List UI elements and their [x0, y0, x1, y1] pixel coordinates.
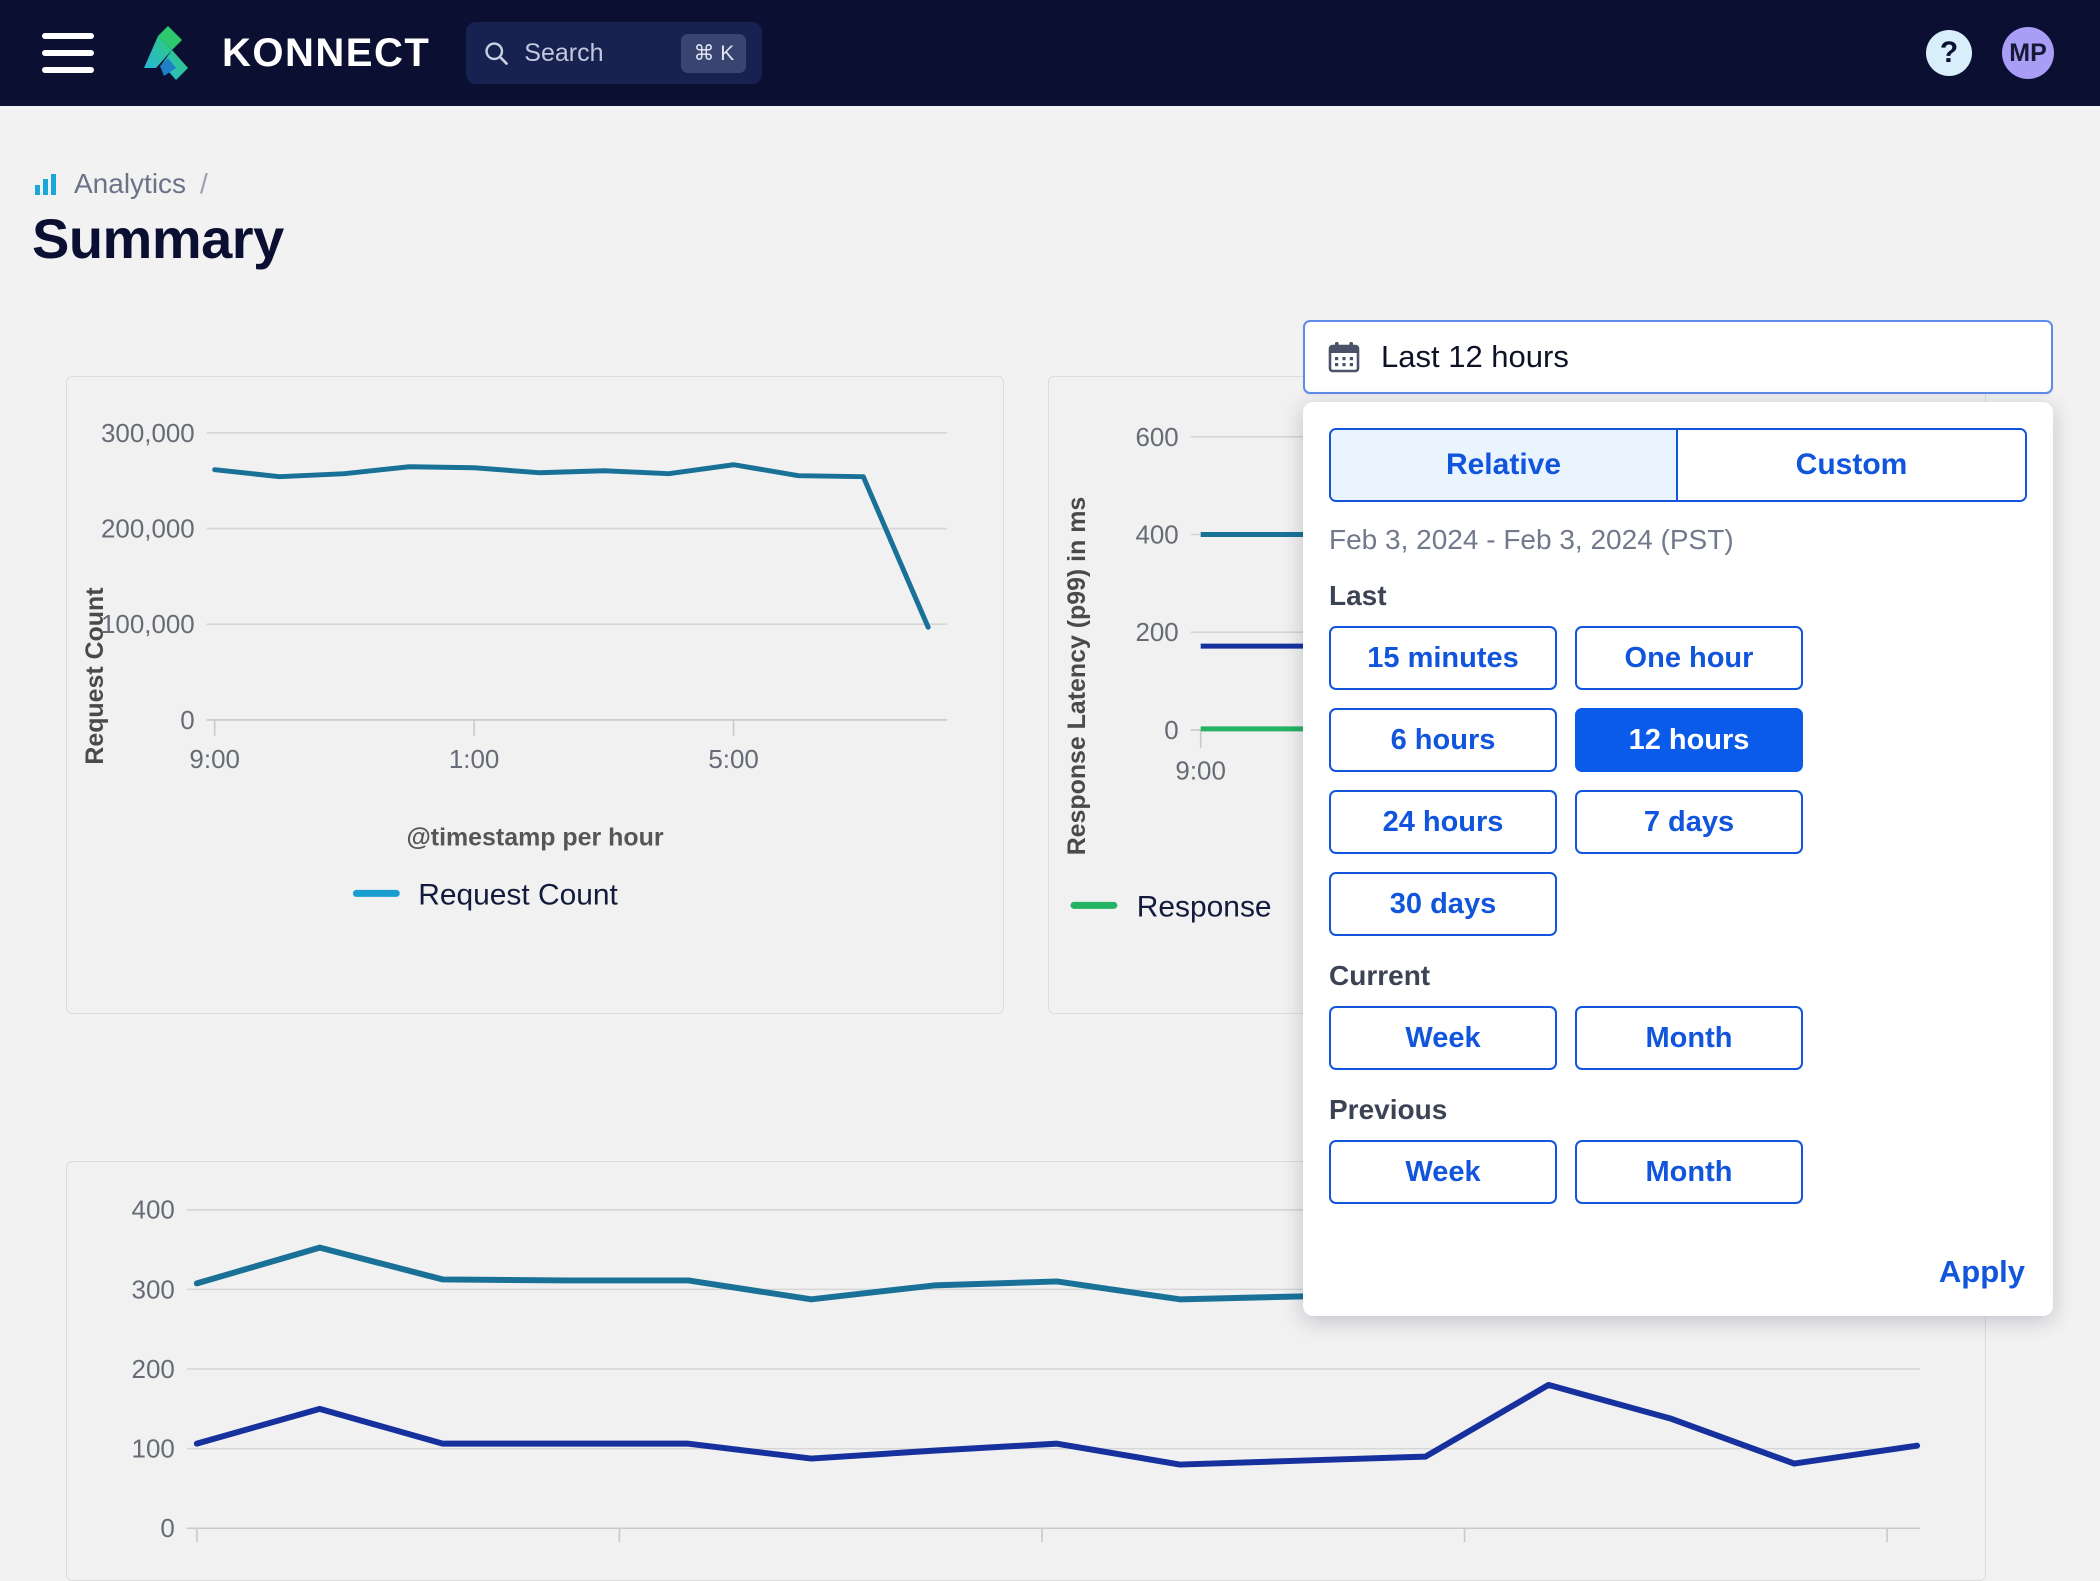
legend-label: Response	[1137, 890, 1272, 923]
hamburger-bar	[42, 33, 94, 39]
group-options-last: 15 minutes One hour 6 hours 12 hours 24 …	[1329, 626, 2027, 936]
group-label-previous: Previous	[1329, 1094, 1448, 1125]
date-range-summary: Feb 3, 2024 - Feb 3, 2024 (PST)	[1329, 524, 1734, 555]
brand-name: KONNECT	[222, 30, 431, 75]
calendar-icon	[1328, 342, 1360, 373]
avatar[interactable]: MP	[2002, 27, 2054, 79]
date-mode-tabs: Relative Custom	[1329, 428, 2027, 502]
nav-right-group: ? MP	[1926, 27, 2072, 79]
brand-logo-group[interactable]: KONNECT	[138, 24, 430, 82]
legend-label: Request Count	[418, 878, 618, 911]
date-range-button-label: Last 12 hours	[1381, 339, 1569, 374]
option-current-week[interactable]: Week	[1329, 1006, 1557, 1070]
option-previous-month[interactable]: Month	[1575, 1140, 1803, 1204]
breadcrumb: Analytics /	[34, 168, 208, 200]
date-range-panel: Relative Custom Feb 3, 2024 - Feb 3, 202…	[1303, 402, 2053, 1316]
y-tick-label: 0	[160, 1515, 174, 1543]
x-tick-label: 1:00	[449, 746, 499, 774]
option-current-month[interactable]: Month	[1575, 1006, 1803, 1070]
date-range-button[interactable]: Last 12 hours	[1303, 320, 2053, 394]
y-tick-label: 100	[132, 1436, 175, 1464]
group-label-current: Current	[1329, 960, 1431, 991]
x-axis-caption: @timestamp per hour	[406, 824, 663, 852]
y-tick-label: 300	[132, 1276, 175, 1304]
search-input[interactable]: Search ⌘ K	[466, 22, 763, 84]
date-range-picker: Last 12 hours Relative Custom Feb 3, 202…	[1303, 320, 2053, 1316]
group-options-previous: Week Month	[1329, 1140, 2027, 1204]
search-shortcut-badge: ⌘ K	[681, 33, 747, 73]
option-24-hours[interactable]: 24 hours	[1329, 790, 1557, 854]
option-6-hours[interactable]: 6 hours	[1329, 708, 1557, 772]
page-content: Analytics / Summary Request Count 300,00…	[0, 106, 2100, 1581]
apply-button[interactable]: Apply	[1937, 1250, 2027, 1294]
group-options-current: Week Month	[1329, 1006, 2027, 1070]
option-7-days[interactable]: 7 days	[1575, 790, 1803, 854]
option-12-hours[interactable]: 12 hours	[1575, 708, 1803, 772]
x-tick-label: 5:00	[708, 746, 758, 774]
y-tick-label: 0	[1164, 717, 1178, 745]
trend-navy-line	[193, 1381, 1921, 1468]
option-30-days[interactable]: 30 days	[1329, 872, 1557, 936]
y-tick-label: 400	[132, 1197, 175, 1225]
breadcrumb-item-analytics[interactable]: Analytics	[74, 168, 186, 200]
option-15-minutes[interactable]: 15 minutes	[1329, 626, 1557, 690]
konnect-logo-icon	[144, 26, 188, 80]
breadcrumb-separator: /	[200, 168, 208, 199]
help-icon[interactable]: ?	[1926, 30, 1972, 76]
page-title: Summary	[32, 207, 284, 270]
apply-row: Apply	[1329, 1250, 2027, 1294]
y-tick-label: 300,000	[101, 420, 195, 448]
tab-relative[interactable]: Relative	[1331, 430, 1678, 500]
y-tick-label: 0	[180, 707, 194, 735]
hamburger-bar	[42, 67, 94, 73]
group-label-last: Last	[1329, 580, 1387, 611]
search-icon	[485, 42, 509, 65]
hamburger-menu-icon[interactable]	[42, 33, 94, 73]
y-tick-label: 400	[1135, 521, 1178, 549]
y-tick-label: 200	[132, 1356, 175, 1384]
search-placeholder: Search	[524, 38, 604, 67]
request-count-chart: Request Count 300,000 200,000 100,000 0 …	[81, 420, 948, 911]
x-tick-label: 9:00	[1175, 758, 1225, 786]
option-one-hour[interactable]: One hour	[1575, 626, 1803, 690]
tab-custom[interactable]: Custom	[1678, 430, 2025, 500]
y-tick-label: 200,000	[101, 516, 195, 544]
y-tick-label: 200	[1135, 619, 1178, 647]
option-previous-week[interactable]: Week	[1329, 1140, 1557, 1204]
y-tick-label: 600	[1135, 424, 1178, 452]
request-count-line	[212, 462, 931, 630]
hamburger-bar	[42, 50, 94, 56]
chart-card-request-count: Request Count 300,000 200,000 100,000 0 …	[66, 376, 1004, 1014]
top-navigation-bar: KONNECT Search ⌘ K ? MP	[0, 0, 2100, 106]
y-tick-label: 100,000	[101, 611, 195, 639]
x-tick-label: 9:00	[189, 746, 239, 774]
y-axis-title: Response Latency (p99) in ms	[1063, 497, 1091, 856]
analytics-bars-icon	[35, 174, 56, 195]
